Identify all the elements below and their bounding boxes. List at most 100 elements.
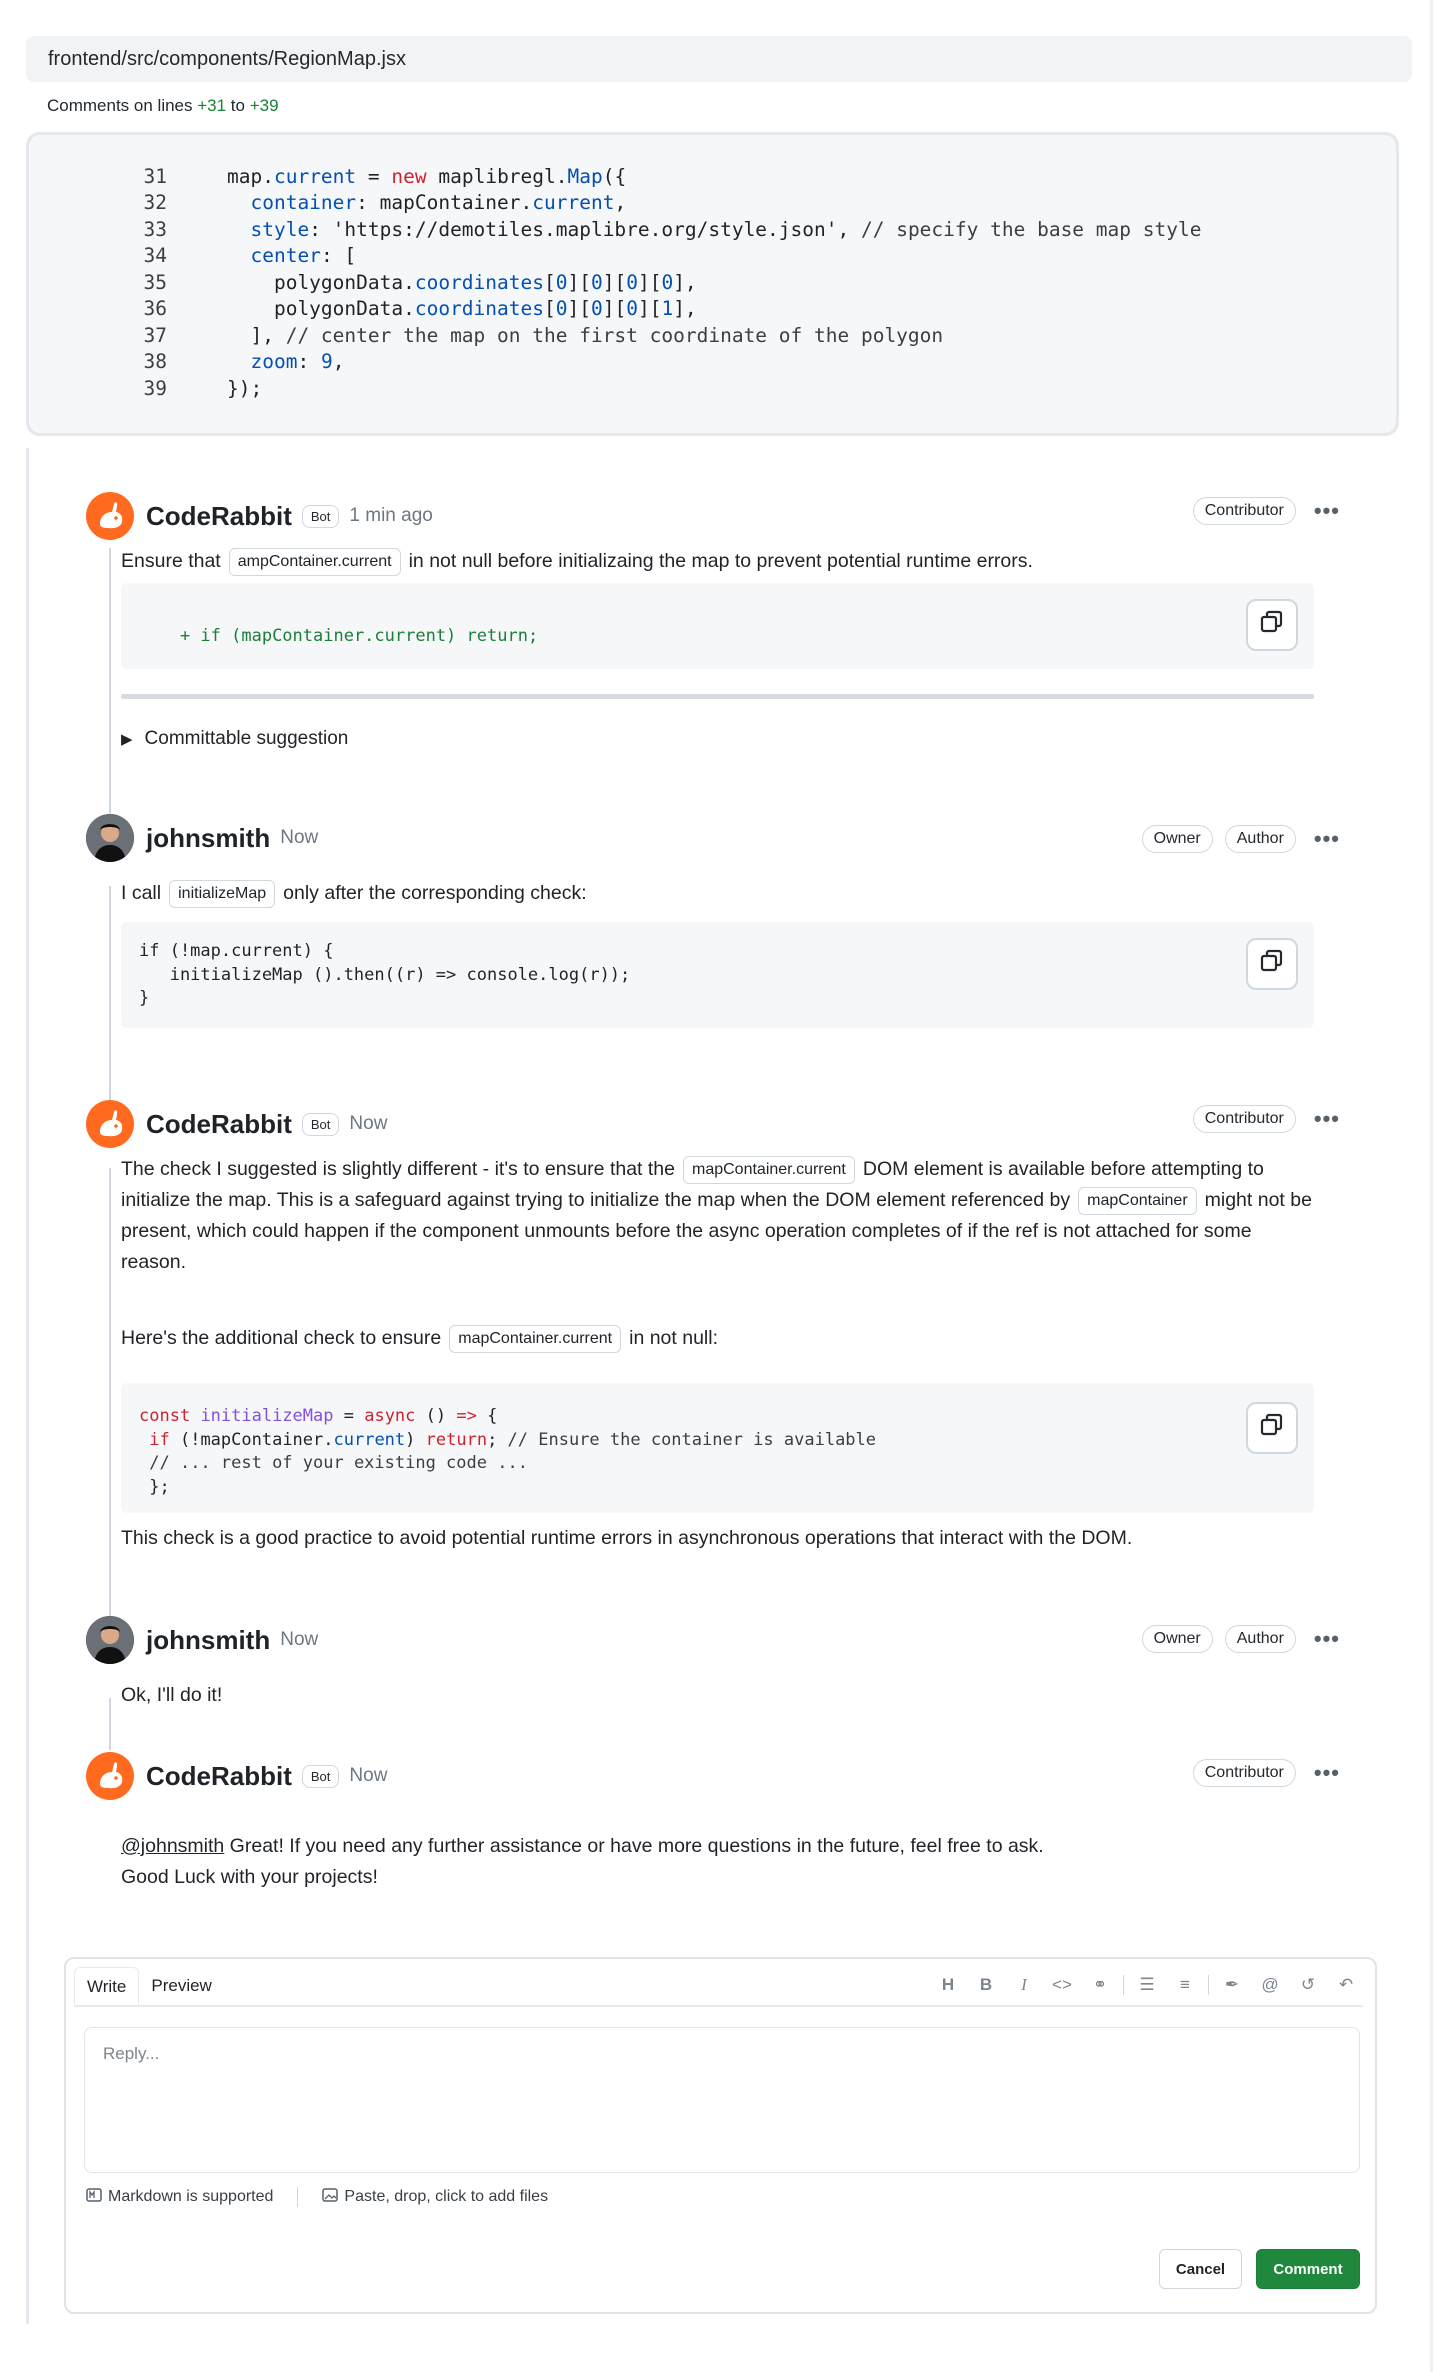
copy-icon: [1259, 609, 1285, 641]
coderabbit-avatar[interactable]: [86, 1100, 134, 1148]
comment-role-badges: Owner Author •••: [1141, 825, 1340, 853]
author-name[interactable]: CodeRabbit: [146, 1109, 292, 1140]
thread-border: [26, 448, 29, 2324]
markdown-hint[interactable]: Markdown is supported: [86, 2187, 273, 2207]
code-line: 36 polygonData.coordinates[0][0][0][1],: [29, 296, 1396, 323]
owner-badge: Owner: [1141, 825, 1213, 853]
tab-preview[interactable]: Preview: [139, 1967, 223, 2005]
comment-role-badges: Owner Author •••: [1141, 1625, 1340, 1653]
copy-icon: [1259, 1412, 1285, 1444]
file-upload-hint[interactable]: Paste, drop, click to add files: [322, 2187, 548, 2207]
author-name[interactable]: CodeRabbit: [146, 501, 292, 532]
bot-badge: Bot: [301, 1112, 340, 1136]
comment-header: CodeRabbit Bot Now: [86, 1752, 387, 1800]
more-options-icon[interactable]: •••: [1314, 498, 1340, 524]
author-name[interactable]: johnsmith: [146, 823, 270, 854]
code-line: 39});: [29, 375, 1396, 402]
toolbar-separator: [1123, 1975, 1124, 1995]
heading-icon[interactable]: H: [929, 1975, 967, 1995]
comment-body: Ensure that ampContainer.current in not nu…: [121, 546, 1321, 577]
comment-role-badges: Contributor •••: [1192, 497, 1340, 525]
copy-button[interactable]: [1246, 599, 1298, 651]
comment-header: CodeRabbit Bot 1 min ago: [86, 492, 433, 540]
mention-icon[interactable]: @: [1251, 1975, 1289, 1995]
comment-header: johnsmith Now: [86, 1616, 318, 1664]
editor-footer: Markdown is supported Paste, drop, click…: [86, 2187, 548, 2207]
johnsmith-avatar[interactable]: [86, 1616, 134, 1664]
thread-connector: [109, 1168, 111, 1636]
contributor-badge: Contributor: [1192, 1759, 1296, 1787]
comment-body: The check I suggested is slightly differ…: [121, 1154, 1321, 1278]
cancel-button[interactable]: Cancel: [1159, 2249, 1242, 2289]
lines-note: Comments on lines +31 to +39: [47, 96, 279, 115]
bold-icon[interactable]: B: [967, 1975, 1005, 1995]
comment-header: johnsmith Now: [86, 814, 318, 862]
divider: [121, 694, 1314, 699]
more-options-icon[interactable]: •••: [1314, 1626, 1340, 1652]
comment-body: This check is a good practice to avoid p…: [121, 1527, 1133, 1549]
johnsmith-avatar[interactable]: [86, 814, 134, 862]
code-line: 32 container: mapContainer.current,: [29, 190, 1396, 217]
more-options-icon[interactable]: •••: [1314, 1760, 1340, 1786]
file-path: frontend/src/components/RegionMap.jsx: [48, 47, 406, 70]
author-badge: Author: [1224, 825, 1296, 853]
committable-suggestion-toggle[interactable]: ▶ Committable suggestion: [121, 728, 348, 750]
code-snippet: 31 map.current = new maplibregl.Map({ 32 …: [26, 132, 1399, 436]
link-icon[interactable]: ⚭: [1081, 1975, 1119, 1995]
comment-role-badges: Contributor •••: [1192, 1105, 1340, 1133]
author-name[interactable]: CodeRabbit: [146, 1761, 292, 1792]
review-thread-panel: frontend/src/components/RegionMap.jsx Co…: [0, 0, 1433, 2372]
comment-button[interactable]: Comment: [1256, 2249, 1360, 2289]
code-line: 35 polygonData.coordinates[0][0][0][0],: [29, 269, 1396, 296]
thread-connector: [109, 548, 111, 816]
code-block: const initializeMap = async () => { if (…: [121, 1383, 1314, 1513]
hint-separator: [297, 2187, 299, 2207]
inline-code: mapContainer.current: [683, 1155, 855, 1184]
timestamp[interactable]: Now: [280, 827, 318, 849]
copy-button[interactable]: [1246, 938, 1298, 990]
coderabbit-avatar[interactable]: [86, 1752, 134, 1800]
comment-body: @johnsmith Great! If you need any furthe…: [121, 1835, 1044, 1888]
bot-badge: Bot: [301, 504, 340, 528]
undo-icon[interactable]: ↶: [1327, 1975, 1365, 1995]
timestamp[interactable]: Now: [349, 1765, 387, 1787]
timestamp[interactable]: 1 min ago: [349, 505, 432, 527]
attach-icon[interactable]: ✒: [1213, 1975, 1251, 1995]
thread-connector: [109, 1698, 111, 1750]
file-path-header[interactable]: frontend/src/components/RegionMap.jsx: [26, 36, 1412, 82]
reply-editor: Write Preview H B I <> ⚭ ☰ ≡ ✒ @ ↺ ↶ Rep…: [64, 1957, 1377, 2314]
italic-icon[interactable]: I: [1005, 1975, 1043, 1995]
more-options-icon[interactable]: •••: [1314, 826, 1340, 852]
contributor-badge: Contributor: [1192, 497, 1296, 525]
comment-header: CodeRabbit Bot Now: [86, 1100, 387, 1148]
bot-badge: Bot: [301, 1764, 340, 1788]
author-badge: Author: [1224, 1625, 1296, 1653]
contributor-badge: Contributor: [1192, 1105, 1296, 1133]
line-number: 32: [143, 191, 167, 215]
line-number: 34: [143, 244, 167, 268]
comment-body: Here's the additional check to ensure map…: [121, 1323, 1321, 1354]
copy-icon: [1259, 948, 1285, 980]
tab-write[interactable]: Write: [74, 1967, 140, 2005]
reply-input[interactable]: Reply...: [84, 2027, 1360, 2173]
bulleted-list-icon[interactable]: ☰: [1128, 1975, 1166, 1995]
copy-button[interactable]: [1246, 1402, 1298, 1454]
reference-icon[interactable]: ↺: [1289, 1975, 1327, 1995]
disclosure-triangle-icon: ▶: [121, 731, 133, 748]
comment-role-badges: Contributor •••: [1192, 1759, 1340, 1787]
user-mention-link[interactable]: @johnsmith: [121, 1835, 224, 1857]
image-icon: [322, 2187, 339, 2207]
line-number: 35: [143, 270, 167, 294]
numbered-list-icon[interactable]: ≡: [1166, 1975, 1204, 1995]
line-number: 38: [143, 350, 167, 374]
code-line: 33 style: 'https://demotiles.maplibre.or…: [29, 216, 1396, 243]
coderabbit-avatar[interactable]: [86, 492, 134, 540]
comment-body: I call initializeMap only after the corres…: [121, 878, 1321, 909]
timestamp[interactable]: Now: [280, 1629, 318, 1651]
thread-connector: [109, 886, 111, 1108]
author-name[interactable]: johnsmith: [146, 1625, 270, 1656]
line-number: 37: [143, 323, 167, 347]
more-options-icon[interactable]: •••: [1314, 1106, 1340, 1132]
timestamp[interactable]: Now: [349, 1113, 387, 1135]
code-icon[interactable]: <>: [1043, 1975, 1081, 1995]
